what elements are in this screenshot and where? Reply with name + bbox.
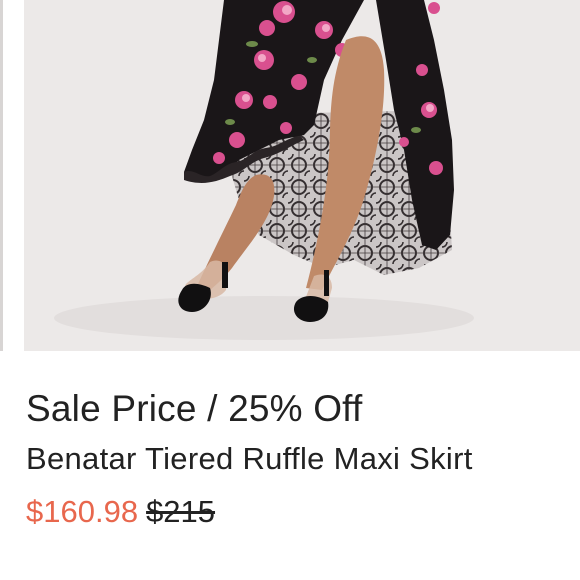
promo-label: Sale Price / 25% Off xyxy=(26,388,363,429)
original-price: $215 xyxy=(146,494,216,529)
sale-price: $160.98 xyxy=(26,494,139,529)
product-title[interactable]: Benatar Tiered Ruffle Maxi Skirt xyxy=(26,441,473,477)
previous-image-edge xyxy=(0,0,3,351)
product-image[interactable] xyxy=(24,0,580,351)
price-row: $160.98 $215 xyxy=(26,494,215,530)
product-card[interactable]: Sale Price / 25% Off Benatar Tiered Ruff… xyxy=(0,0,580,580)
